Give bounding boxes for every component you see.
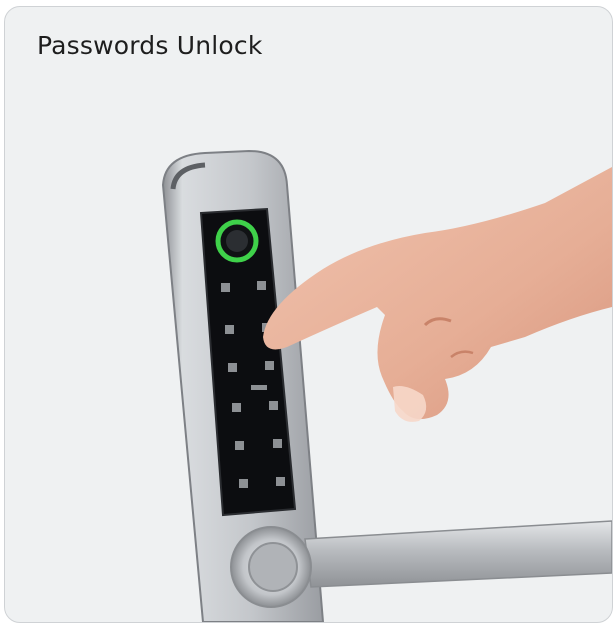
card-title: Passwords Unlock	[37, 31, 263, 60]
door-handle-icon	[230, 520, 612, 608]
feature-card: Passwords Unlock	[4, 6, 613, 623]
fingerprint-sensor-icon	[215, 219, 259, 263]
hand	[263, 167, 612, 422]
product-photo	[161, 149, 612, 622]
